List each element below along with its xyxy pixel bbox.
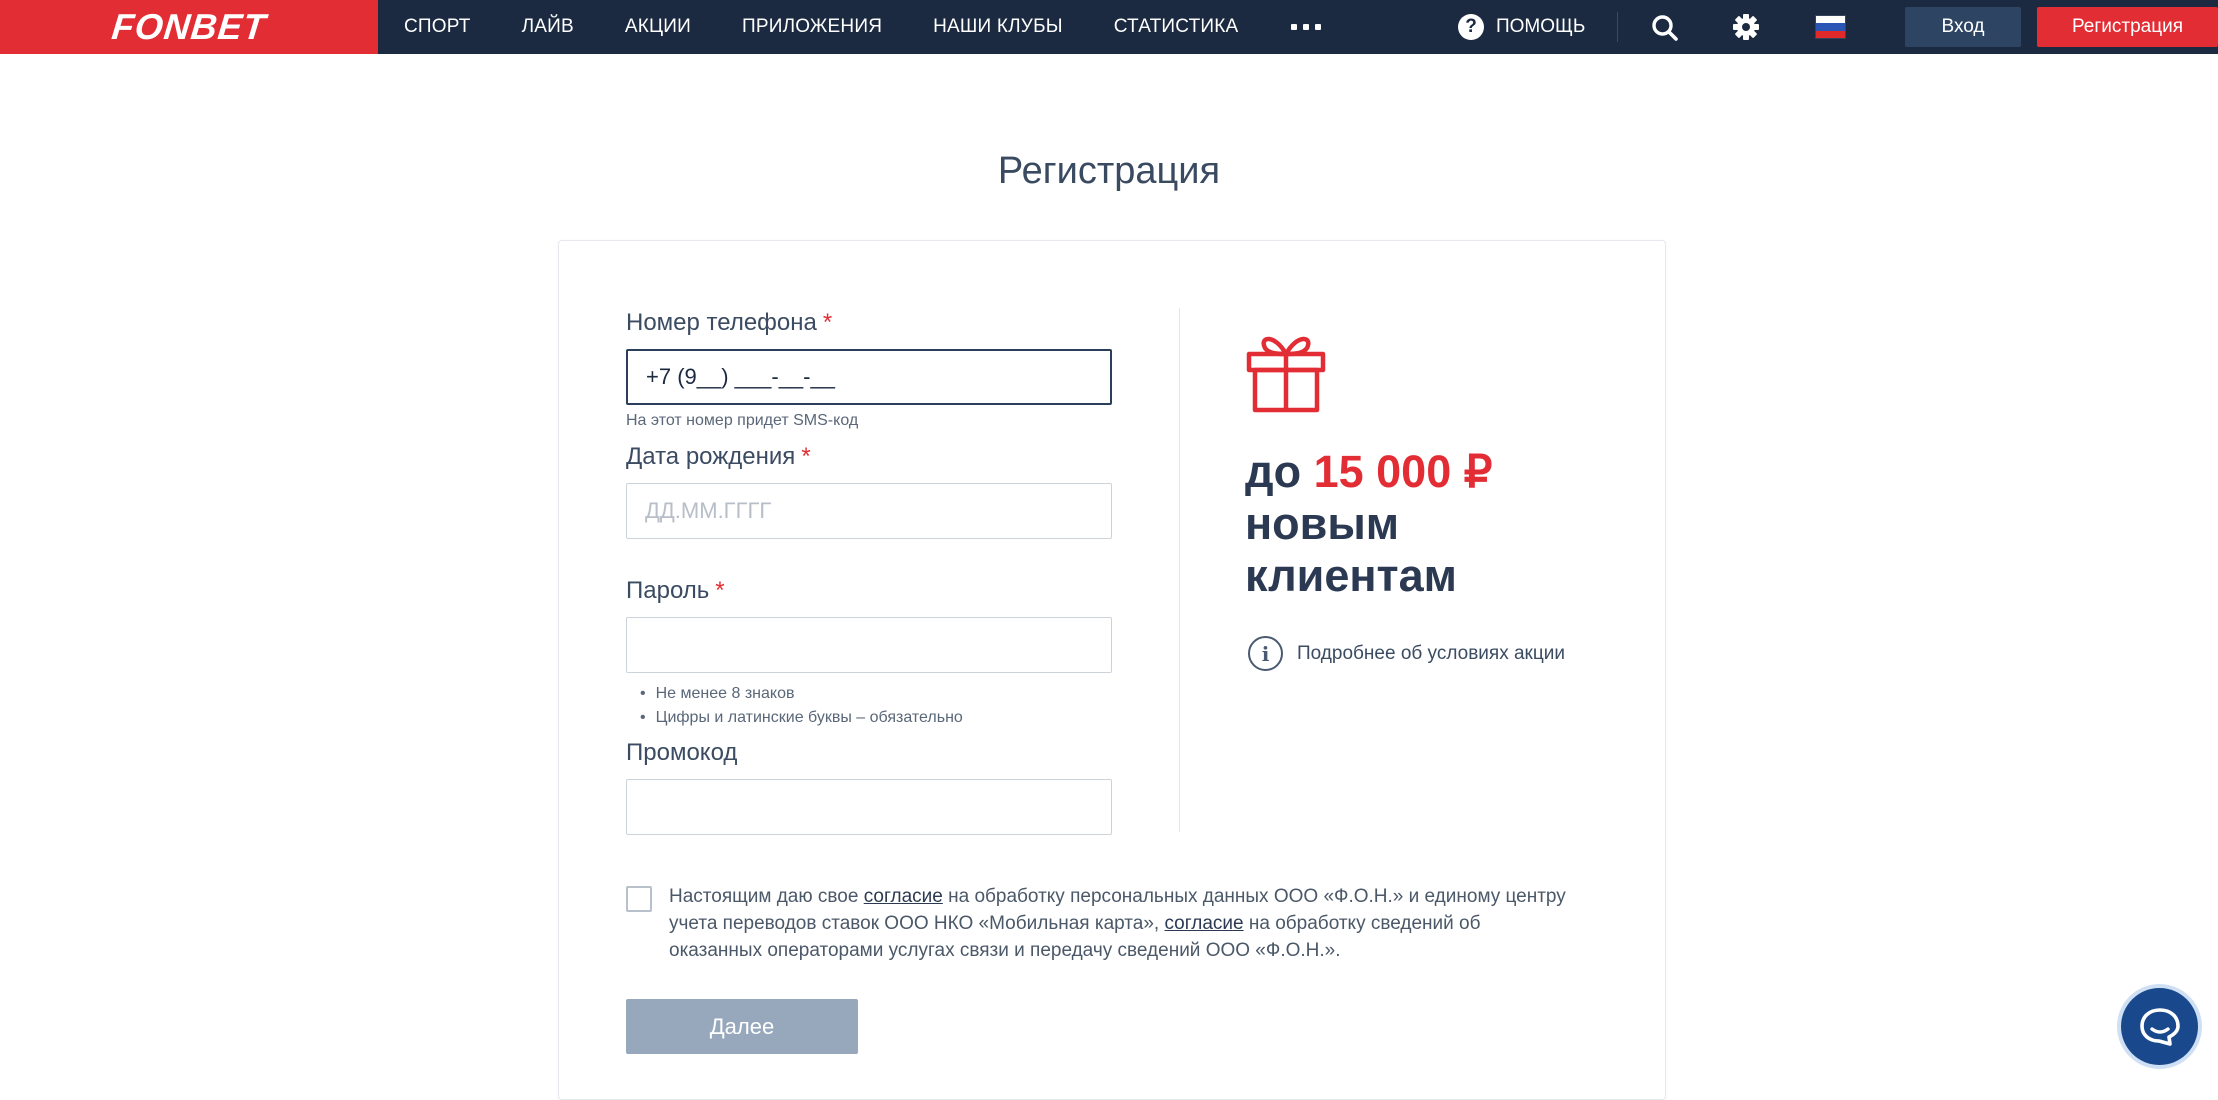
gift-icon (1245, 330, 1327, 414)
promocode-input[interactable] (626, 779, 1112, 835)
next-button[interactable]: Далее (626, 999, 858, 1054)
birthdate-input[interactable] (626, 483, 1112, 539)
nav-item-apps[interactable]: ПРИЛОЖЕНИЯ (742, 16, 882, 38)
help-link[interactable]: ? ПОМОЩЬ (1458, 13, 1585, 41)
main-nav: СПОРТ ЛАЙВ АКЦИИ ПРИЛОЖЕНИЯ НАШИ КЛУБЫ С… (378, 0, 1322, 54)
promocode-label: Промокод (626, 739, 738, 766)
promo-prefix: до (1245, 446, 1302, 497)
top-navigation-bar: FONBET СПОРТ ЛАЙВ АКЦИИ ПРИЛОЖЕНИЯ НАШИ … (0, 0, 2218, 54)
birthdate-label: Дата рождения * (626, 443, 811, 470)
consent-text: Настоящим даю свое согласие на обработку… (669, 886, 1566, 961)
promo-line-2: новым (1245, 498, 1400, 549)
nav-item-live[interactable]: ЛАЙВ (522, 16, 574, 38)
promo-amount: 15 000 ₽ (1313, 446, 1493, 497)
phone-input[interactable] (626, 349, 1112, 405)
login-button[interactable]: Вход (1905, 7, 2021, 47)
info-icon: i (1248, 636, 1283, 671)
nav-item-promotions[interactable]: АКЦИИ (625, 16, 691, 38)
page-title: Регистрация (997, 150, 1221, 192)
gear-icon[interactable] (1731, 12, 1761, 42)
promo-terms-label: Подробнее об условиях акции (1297, 642, 1565, 664)
chat-icon[interactable] (2121, 988, 2198, 1065)
nav-item-clubs[interactable]: НАШИ КЛУБЫ (933, 16, 1063, 38)
fonbet-logo[interactable]: FONBET (0, 0, 378, 54)
register-button[interactable]: Регистрация (2037, 7, 2218, 47)
russia-flag-icon[interactable] (1815, 15, 1846, 39)
password-rule: Не менее 8 знаков (640, 682, 963, 706)
ellipsis-icon[interactable] (1291, 24, 1322, 30)
card-divider (1179, 308, 1180, 832)
consent-link[interactable]: согласие (1164, 913, 1243, 934)
search-icon[interactable] (1650, 13, 1680, 43)
help-icon: ? (1458, 14, 1484, 40)
logo-text: FONBET (109, 6, 269, 47)
phone-hint: На этот номер придет SMS-код (626, 412, 859, 429)
password-input[interactable] (626, 617, 1112, 673)
nav-item-sport[interactable]: СПОРТ (404, 16, 471, 38)
header-divider (1617, 12, 1618, 42)
password-label: Пароль * (626, 577, 725, 604)
promo-line-3: клиентам (1245, 550, 1457, 601)
password-rules: Не менее 8 знаков Цифры и латинские букв… (640, 682, 963, 730)
nav-item-statistics[interactable]: СТАТИСТИКА (1114, 16, 1239, 38)
help-label: ПОМОЩЬ (1496, 16, 1586, 37)
phone-label: Номер телефона * (626, 309, 833, 336)
consent-checkbox[interactable] (626, 886, 652, 912)
promo-terms-link[interactable]: i Подробнее об условиях акции (1248, 636, 1565, 671)
promo-headline: до 15 000 ₽ новым клиентам (1245, 446, 1492, 602)
consent-link[interactable]: согласие (864, 886, 943, 907)
password-rule: Цифры и латинские буквы – обязательно (640, 706, 963, 730)
